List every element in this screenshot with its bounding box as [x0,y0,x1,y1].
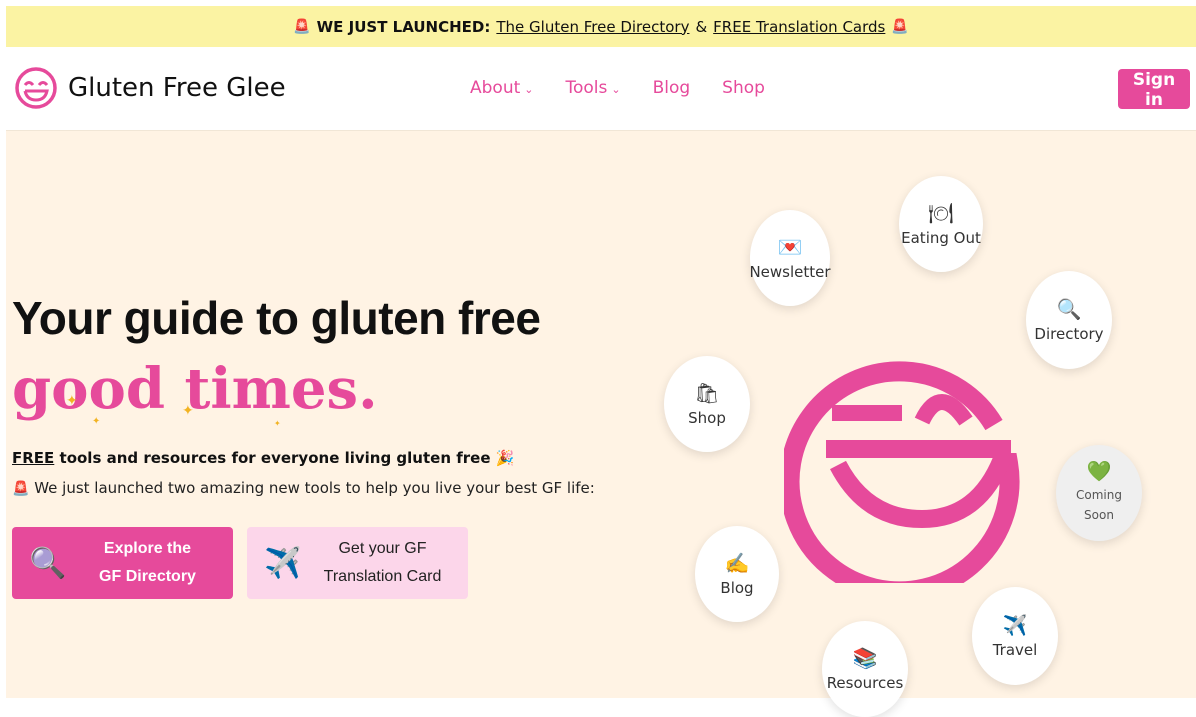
hero-launch-note: 🚨 We just launched two amazing new tools… [12,479,595,497]
bubble-blog[interactable]: ✍️ Blog [695,526,779,622]
bubble-resources[interactable]: 📚 Resources [822,621,908,717]
top-nav: Gluten Free Glee About ⌄ Tools ⌄ Blog Shop… [6,48,1196,131]
nav-links: About ⌄ Tools ⌄ Blog Shop [470,78,765,98]
hero-headline: Your guide to gluten free [12,292,541,344]
announcement-prefix: WE JUST LAUNCHED: [316,17,491,36]
green-heart-icon: 💚 [1086,459,1112,483]
bubble-newsletter[interactable]: 💌 Newsletter [749,210,831,306]
chevron-down-icon: ⌄ [524,83,534,96]
cta2-line2: Translation Card [323,568,442,585]
sparkle-icon: ✦ [92,416,101,427]
hero-subtitle-text: tools and resources for everyone living … [59,449,491,467]
brand-name: Gluten Free Glee [68,73,286,103]
translation-cards-link[interactable]: FREE Translation Cards [713,18,885,36]
bubble-directory[interactable]: 🔍 Directory [1026,271,1112,369]
hero-headline-accent: good times. [12,356,378,422]
bubble-label: Coming [1076,488,1122,502]
bubble-label: Directory [1034,325,1104,343]
announcement-bar: 🚨 WE JUST LAUNCHED: The Gluten Free Dire… [6,6,1196,47]
nav-tools-label: Tools [565,78,608,98]
writing-hand-icon: ✍️ [724,551,750,575]
big-brand-logo [784,361,1020,583]
airplane-icon: ✈️ [1002,613,1028,637]
bubble-eating-out[interactable]: 🍽 Eating Out [899,176,983,272]
cta2-line1: Get your GF [338,540,427,557]
nav-about-label: About [470,78,521,98]
explore-directory-button[interactable]: 🔍 Explore the GF Directory [12,527,233,599]
brand-logo-link[interactable]: Gluten Free Glee [14,66,286,110]
cta1-line1: Explore the [103,540,192,557]
sign-in-button[interactable]: Sign in [1118,69,1190,110]
announcement-joiner: & [695,17,708,36]
magnifier-icon: 🔍 [1056,297,1082,321]
nav-tools[interactable]: Tools ⌄ [565,78,620,98]
free-word: FREE [12,449,55,467]
nav-about[interactable]: About ⌄ [470,78,533,98]
sparkle-icon: ✦ [66,393,78,409]
magnifier-icon: 🔍 [29,546,67,580]
bubble-label: Eating Out [901,229,981,247]
bubble-shop[interactable]: 🛍 Shop [664,356,750,452]
bubble-label: Shop [688,409,726,427]
plate-icon: 🍽 [928,201,954,225]
brand-logo-icon [15,67,57,109]
explore-directory-label: Explore the GF Directory [78,535,227,591]
bubble-coming-soon: 💚 Coming Soon [1056,445,1142,541]
sparkle-icon: ✦ [182,403,194,419]
hero-section: Your guide to gluten free good times. ✦ … [6,131,1196,717]
bubble-label: Travel [992,641,1038,659]
bubble-label: Newsletter [749,263,831,281]
directory-link[interactable]: The Gluten Free Directory [496,18,689,36]
love-letter-icon: 💌 [777,235,803,259]
party-popper-icon: 🎉 [495,449,515,467]
hero-launch-text: We just launched two amazing new tools t… [34,479,595,497]
chevron-down-icon: ⌄ [611,83,621,96]
siren-icon: 🚨 [891,18,909,35]
hero-subtitle: FREE tools and resources for everyone li… [12,449,514,467]
siren-icon: 🚨 [293,18,311,35]
cta1-line2: GF Directory [99,568,196,585]
siren-icon: 🚨 [12,481,30,497]
translation-card-button[interactable]: ✈️ Get your GF Translation Card [247,527,468,599]
nav-blog[interactable]: Blog [653,78,691,98]
airplane-icon: ✈️ [264,546,302,580]
bubble-label: Soon [1084,508,1114,522]
bubble-travel[interactable]: ✈️ Travel [972,587,1058,685]
books-icon: 📚 [852,646,878,670]
bubble-label: Blog [720,579,754,597]
sparkle-icon: ✦ [274,419,281,428]
bubble-label: Resources [826,674,904,692]
nav-shop[interactable]: Shop [722,78,765,98]
translation-card-label: Get your GF Translation Card [313,535,462,591]
shopping-bags-icon: 🛍 [694,381,720,405]
